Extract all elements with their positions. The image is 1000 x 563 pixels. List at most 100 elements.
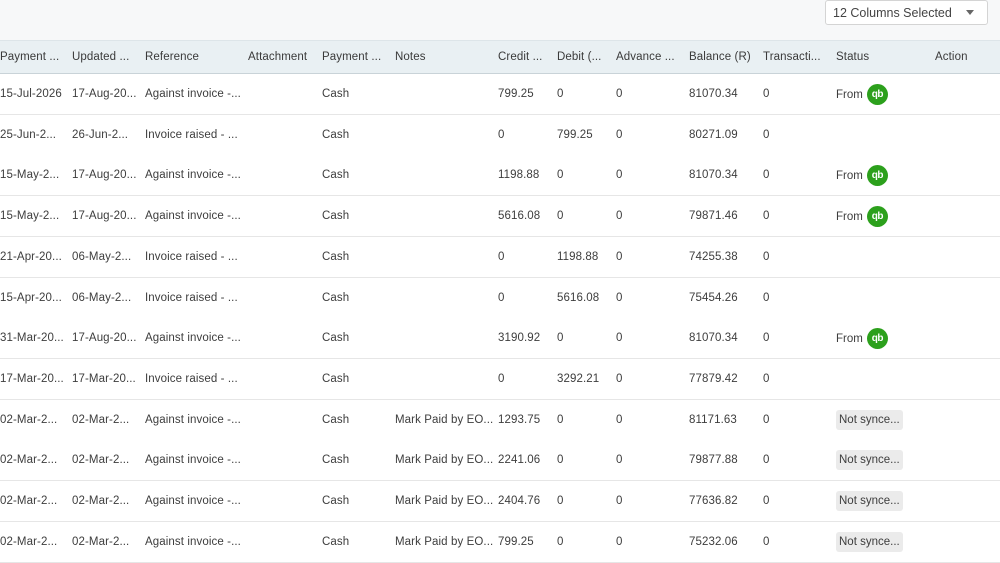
cell-updated: 17-Aug-20...	[72, 169, 137, 182]
cell-credit: 0	[498, 250, 505, 263]
column-header-updated[interactable]: Updated ...	[72, 51, 140, 63]
cell-payment-date: 02-Mar-2...	[0, 454, 58, 467]
cell-payment-mode: Cash	[322, 88, 350, 100]
cell-payment-date: 17-Mar-20...	[0, 372, 64, 385]
column-header-advance[interactable]: Advance ...	[616, 51, 684, 63]
cell-balance: 75232.06	[689, 535, 738, 548]
cell-advance: 0	[616, 128, 623, 141]
table-row[interactable]: 15-May-2... 17-Aug-20... Against invoice -…	[0, 155, 1000, 197]
status-badge: Not synce...	[836, 531, 903, 552]
column-header-balance[interactable]: Balance (R)	[689, 51, 759, 63]
cell-balance: 74255.38	[689, 250, 738, 263]
cell-credit: 3190.92	[498, 332, 541, 345]
cell-balance: 77636.82	[689, 495, 738, 507]
cell-updated: 26-Jun-2...	[72, 128, 129, 141]
cell-transaction: 0	[763, 210, 770, 223]
table-row[interactable]: 15-Jul-2026 17-Aug-20... Against invoice -…	[0, 74, 1000, 115]
cell-transaction: 0	[763, 495, 770, 507]
cell-payment-date: 15-May-2...	[0, 210, 60, 223]
status-badge: Not synce...	[836, 450, 903, 471]
cell-credit: 2241.06	[498, 454, 541, 467]
cell-credit: 5616.08	[498, 210, 541, 223]
cell-balance: 81070.34	[689, 88, 738, 100]
cell-transaction: 0	[763, 413, 770, 426]
column-header-notes[interactable]: Notes	[395, 51, 493, 63]
cell-updated: 17-Aug-20...	[72, 210, 137, 223]
cell-updated: 02-Mar-2...	[72, 413, 130, 426]
cell-debit: 0	[557, 169, 564, 182]
table-row[interactable]: 02-Mar-2... 02-Mar-2... Against invoice -.…	[0, 440, 1000, 482]
status-from-label: From	[836, 169, 863, 182]
cell-reference: Against invoice -...	[145, 332, 241, 345]
cell-credit: 0	[498, 372, 505, 385]
cell-balance: 79877.88	[689, 454, 738, 467]
cell-debit: 799.25	[557, 128, 593, 141]
table-row[interactable]: 25-Jun-2... 26-Jun-2... Invoice raised - .…	[0, 114, 1000, 156]
cell-reference: Against invoice -...	[145, 495, 241, 507]
table-row[interactable]: 17-Mar-20... 17-Mar-20... Invoice raised -…	[0, 358, 1000, 400]
cell-reference: Invoice raised - ...	[145, 128, 238, 141]
table-row[interactable]: 02-Mar-2... 02-Mar-2... Against invoice -.…	[0, 399, 1000, 441]
cell-advance: 0	[616, 88, 623, 100]
cell-credit: 799.25	[498, 535, 534, 548]
column-header-payment-mode[interactable]: Payment ...	[322, 51, 390, 63]
table-row[interactable]: 21-Apr-20... 06-May-2... Invoice raised - …	[0, 236, 1000, 278]
cell-advance: 0	[616, 332, 623, 345]
cell-reference: Against invoice -...	[145, 210, 241, 223]
column-header-attachment[interactable]: Attachment	[248, 51, 318, 63]
cell-payment-mode: Cash	[322, 169, 350, 182]
cell-debit: 0	[557, 495, 564, 507]
cell-advance: 0	[616, 210, 623, 223]
column-header-status[interactable]: Status	[836, 51, 928, 63]
column-header-action[interactable]: Action	[935, 51, 995, 63]
cell-reference: Against invoice -...	[145, 88, 241, 100]
column-selector-label: 12 Columns Selected	[833, 5, 952, 20]
cell-payment-date: 25-Jun-2...	[0, 128, 57, 141]
column-header-debit[interactable]: Debit (...	[557, 51, 612, 63]
cell-payment-date: 15-Apr-20...	[0, 291, 62, 304]
quickbooks-logo-icon: qb	[866, 328, 888, 350]
column-header-reference[interactable]: Reference	[145, 51, 243, 63]
cell-updated: 17-Aug-20...	[72, 332, 137, 345]
cell-transaction: 0	[763, 332, 770, 345]
table-row[interactable]: 15-Apr-20... 06-May-2... Invoice raised - …	[0, 277, 1000, 319]
cell-credit: 1293.75	[498, 413, 541, 426]
status-badge: Not synce...	[836, 491, 903, 511]
column-header-credit[interactable]: Credit ...	[498, 51, 553, 63]
cell-notes: Mark Paid by EO...	[395, 495, 493, 507]
cell-payment-mode: Cash	[322, 332, 350, 345]
quickbooks-logo-icon: qb	[866, 206, 888, 228]
cell-debit: 0	[557, 332, 564, 345]
cell-transaction: 0	[763, 372, 770, 385]
cell-balance: 79871.46	[689, 210, 738, 223]
table-header: Payment ... Updated ... Reference Attachmen…	[0, 40, 1000, 74]
cell-notes: Mark Paid by EO...	[395, 535, 493, 548]
cell-debit: 0	[557, 454, 564, 467]
cell-advance: 0	[616, 454, 623, 467]
cell-balance: 81171.63	[689, 413, 737, 426]
column-header-transaction[interactable]: Transacti...	[763, 51, 833, 63]
cell-credit: 2404.76	[498, 495, 541, 507]
cell-balance: 81070.34	[689, 332, 738, 345]
cell-updated: 02-Mar-2...	[72, 495, 130, 507]
cell-credit: 0	[498, 291, 505, 304]
cell-debit: 1198.88	[557, 250, 599, 263]
status-synced: From qb	[836, 84, 888, 105]
cell-payment-date: 21-Apr-20...	[0, 250, 62, 263]
cell-debit: 0	[557, 413, 564, 426]
cell-payment-mode: Cash	[322, 413, 350, 426]
table-row[interactable]: 15-May-2... 17-Aug-20... Against invoice -…	[0, 196, 1000, 238]
cell-updated: 02-Mar-2...	[72, 535, 130, 548]
column-header-payment-date[interactable]: Payment ...	[0, 51, 70, 63]
cell-transaction: 0	[763, 535, 770, 548]
quickbooks-logo-icon: qb	[866, 165, 888, 187]
cell-advance: 0	[616, 291, 623, 304]
cell-credit: 799.25	[498, 88, 534, 100]
table-row[interactable]: 31-Mar-20... 17-Aug-20... Against invoice …	[0, 318, 1000, 360]
cell-transaction: 0	[763, 88, 770, 100]
table-row[interactable]: 02-Mar-2... 02-Mar-2... Against invoice -.…	[0, 481, 1000, 522]
column-selector-dropdown[interactable]: 12 Columns Selected	[825, 0, 988, 25]
cell-transaction: 0	[763, 250, 770, 263]
cell-debit: 0	[557, 535, 564, 548]
cell-payment-mode: Cash	[322, 535, 350, 548]
